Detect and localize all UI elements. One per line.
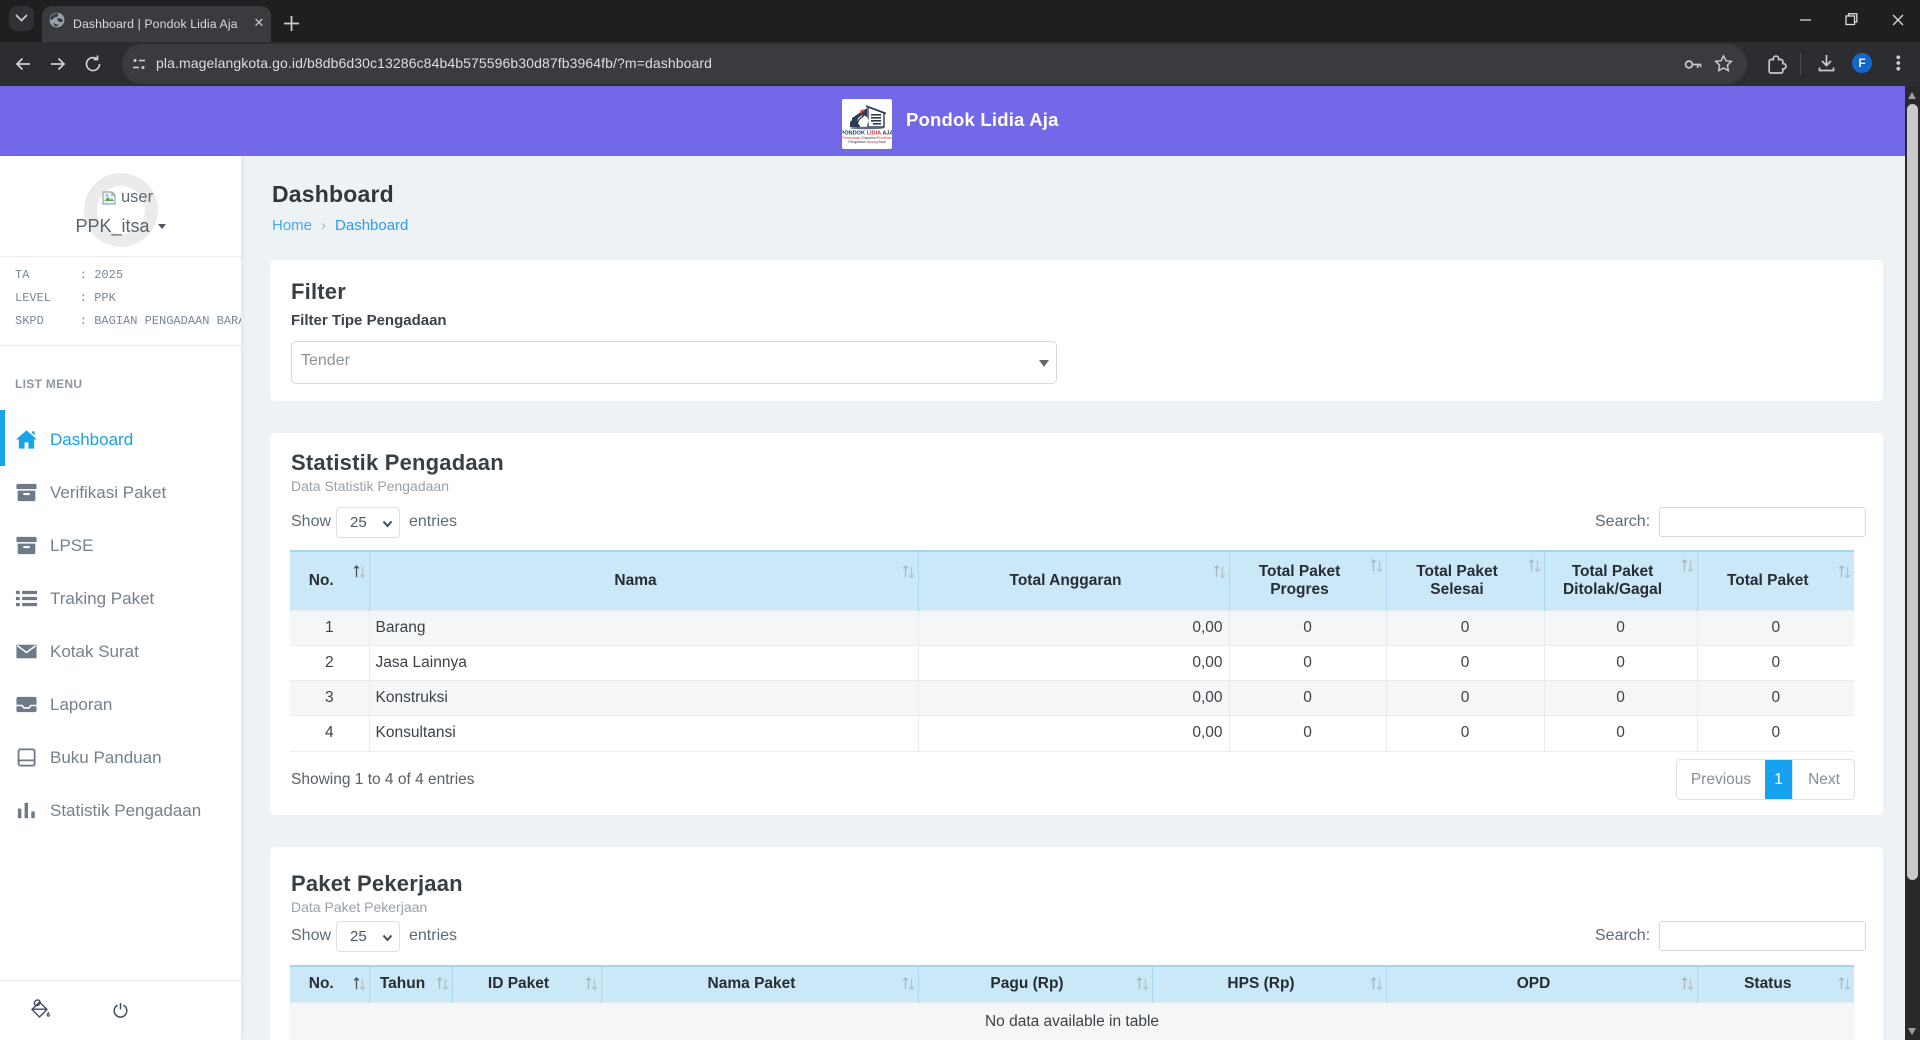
svg-text:Pengadaan Barang/Jasa: Pengadaan Barang/Jasa — [848, 140, 885, 144]
